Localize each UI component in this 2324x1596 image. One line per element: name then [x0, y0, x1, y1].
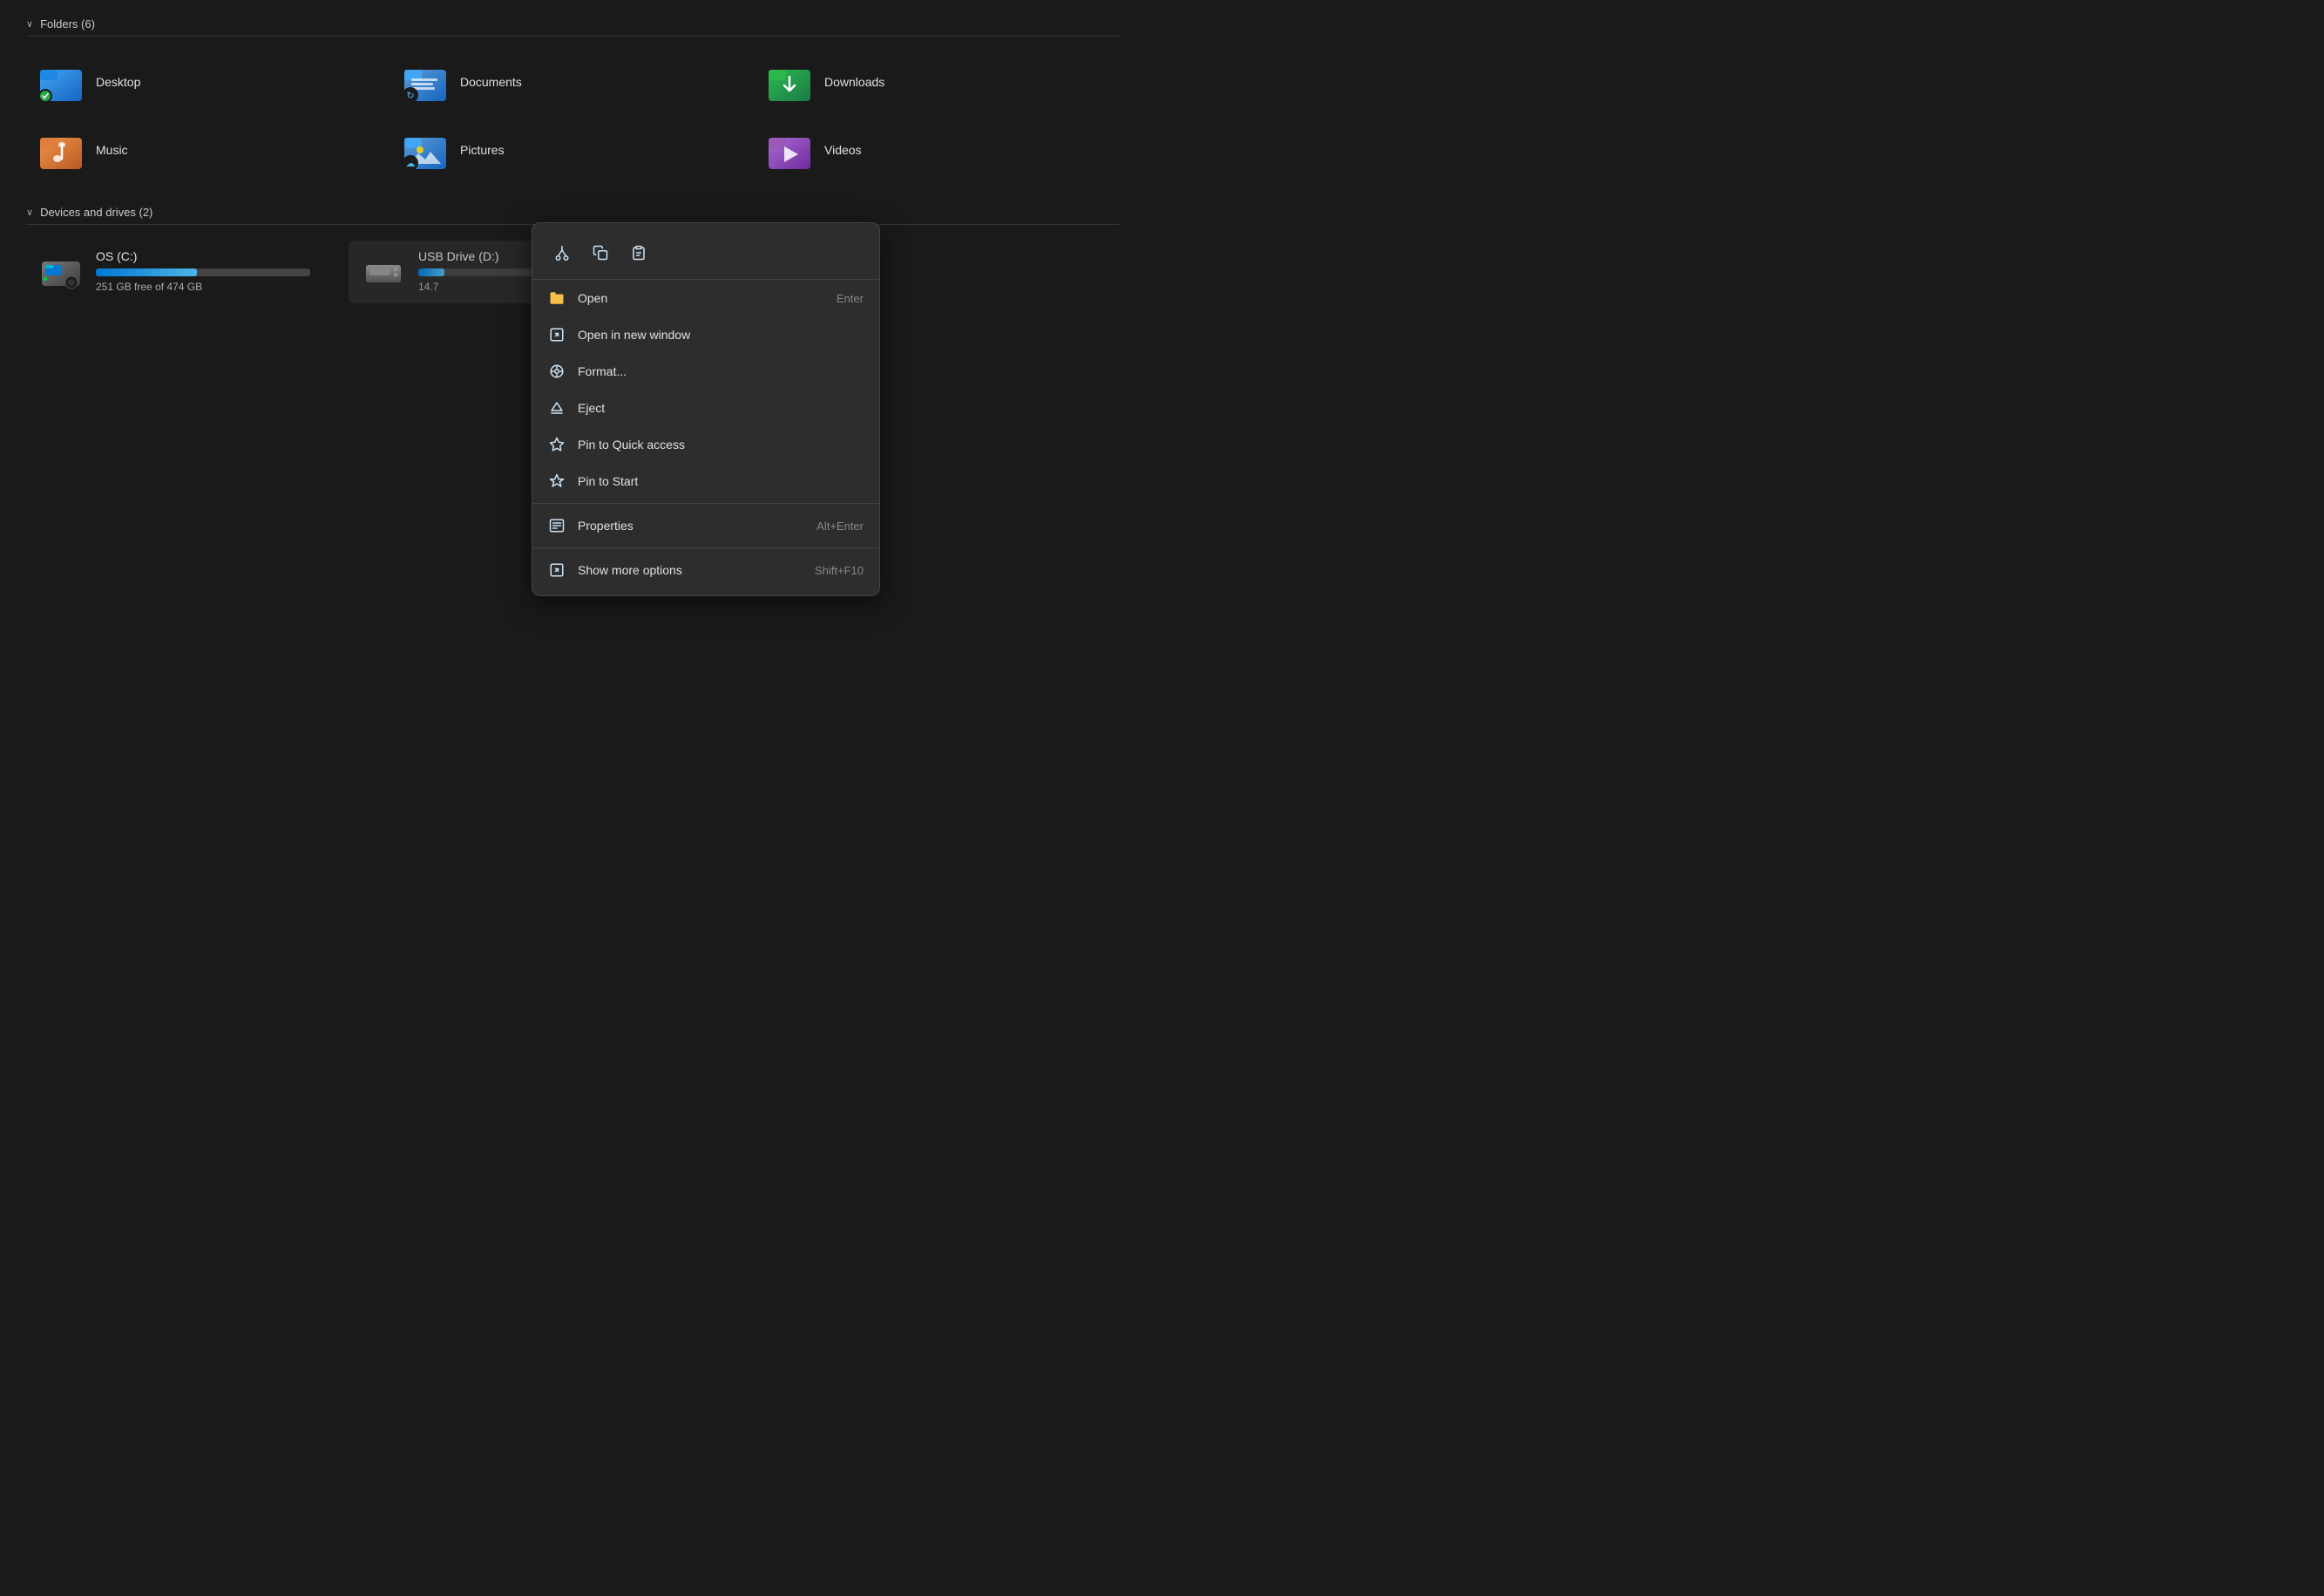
ctx-toolbar: [532, 230, 879, 280]
ctx-show-more-icon: [548, 561, 566, 579]
downloads-folder-name: Downloads: [824, 75, 884, 89]
folder-item-downloads[interactable]: Downloads: [755, 52, 1119, 112]
videos-icon-wrap: [767, 129, 812, 171]
c-drive-bar: [96, 268, 310, 276]
videos-folder-name: Videos: [824, 143, 862, 157]
ctx-format-icon: [548, 363, 566, 380]
folder-item-pictures[interactable]: ☁ Pictures: [390, 120, 755, 180]
ctx-item-open-window[interactable]: Open in new window: [532, 316, 879, 353]
c-drive-info: OS (C:) 251 GB free of 474 GB: [96, 249, 310, 293]
drive-item-c[interactable]: OS (C:) 251 GB free of 474 GB: [26, 241, 322, 303]
ctx-properties-shortcut: Alt+Enter: [816, 520, 864, 533]
documents-folder-name: Documents: [460, 75, 522, 89]
folders-header-label: Folders (6): [40, 17, 95, 31]
ctx-item-open[interactable]: Open Enter: [532, 280, 879, 316]
ctx-open-window-label: Open in new window: [578, 328, 851, 342]
folder-item-desktop[interactable]: Desktop: [26, 52, 390, 112]
ctx-item-pin-quick[interactable]: Pin to Quick access: [532, 426, 879, 463]
ctx-paste-button[interactable]: [621, 237, 656, 268]
folder-item-documents[interactable]: ↻ Documents: [390, 52, 755, 112]
c-drive-fill: [96, 268, 197, 276]
documents-sync-badge: ↻: [403, 87, 418, 103]
c-drive-icon: [38, 249, 84, 295]
ctx-open-window-icon: [548, 326, 566, 343]
context-menu: Open Enter Open in new window Format...: [532, 222, 880, 596]
ctx-item-show-more[interactable]: Show more options Shift+F10: [532, 552, 879, 588]
folder-item-videos[interactable]: Videos: [755, 120, 1119, 180]
desktop-folder-name: Desktop: [96, 75, 140, 89]
devices-header-label: Devices and drives (2): [40, 206, 152, 219]
ctx-show-more-shortcut: Shift+F10: [815, 564, 864, 577]
ctx-copy-button[interactable]: [583, 237, 618, 268]
c-drive-free: 251 GB free of 474 GB: [96, 281, 310, 293]
desktop-badge: [38, 89, 52, 103]
ctx-pin-quick-label: Pin to Quick access: [578, 438, 851, 452]
ctx-separator-1: [532, 503, 879, 504]
music-icon-wrap: [38, 129, 84, 171]
folders-section-header: ∨ Folders (6): [26, 17, 1119, 37]
ctx-properties-label: Properties: [578, 519, 804, 533]
ctx-properties-icon: [548, 517, 566, 534]
desktop-icon-wrap: [38, 61, 84, 103]
ctx-item-format[interactable]: Format...: [532, 353, 879, 390]
downloads-icon-wrap: [767, 61, 812, 103]
folders-grid: Desktop: [26, 52, 1119, 180]
folders-chevron: ∨: [26, 18, 33, 30]
ctx-eject-icon: [548, 399, 566, 417]
ctx-pin-start-icon: [548, 472, 566, 490]
pictures-folder-name: Pictures: [460, 143, 505, 157]
d-drive-fill: [418, 268, 444, 276]
folder-item-music[interactable]: Music: [26, 120, 390, 180]
ctx-eject-label: Eject: [578, 401, 851, 415]
ctx-open-shortcut: Enter: [837, 292, 864, 305]
ctx-item-properties[interactable]: Properties Alt+Enter: [532, 507, 879, 544]
ctx-show-more-label: Show more options: [578, 563, 803, 577]
ctx-open-label: Open: [578, 291, 824, 305]
music-folder-name: Music: [96, 143, 128, 157]
devices-chevron: ∨: [26, 207, 33, 218]
pictures-icon-wrap: ☁: [403, 129, 448, 171]
ctx-format-label: Format...: [578, 364, 851, 378]
documents-icon-wrap: ↻: [403, 61, 448, 103]
ctx-cut-button[interactable]: [545, 237, 579, 268]
pictures-cloud-badge: ☁: [403, 155, 418, 171]
d-drive-icon: [361, 249, 406, 295]
ctx-separator-2: [532, 547, 879, 548]
ctx-item-eject[interactable]: Eject: [532, 390, 879, 426]
c-drive-name: OS (C:): [96, 249, 310, 263]
ctx-pin-quick-icon: [548, 436, 566, 453]
ctx-pin-start-label: Pin to Start: [578, 474, 851, 488]
ctx-item-pin-start[interactable]: Pin to Start: [532, 463, 879, 499]
ctx-open-icon: [548, 289, 566, 307]
